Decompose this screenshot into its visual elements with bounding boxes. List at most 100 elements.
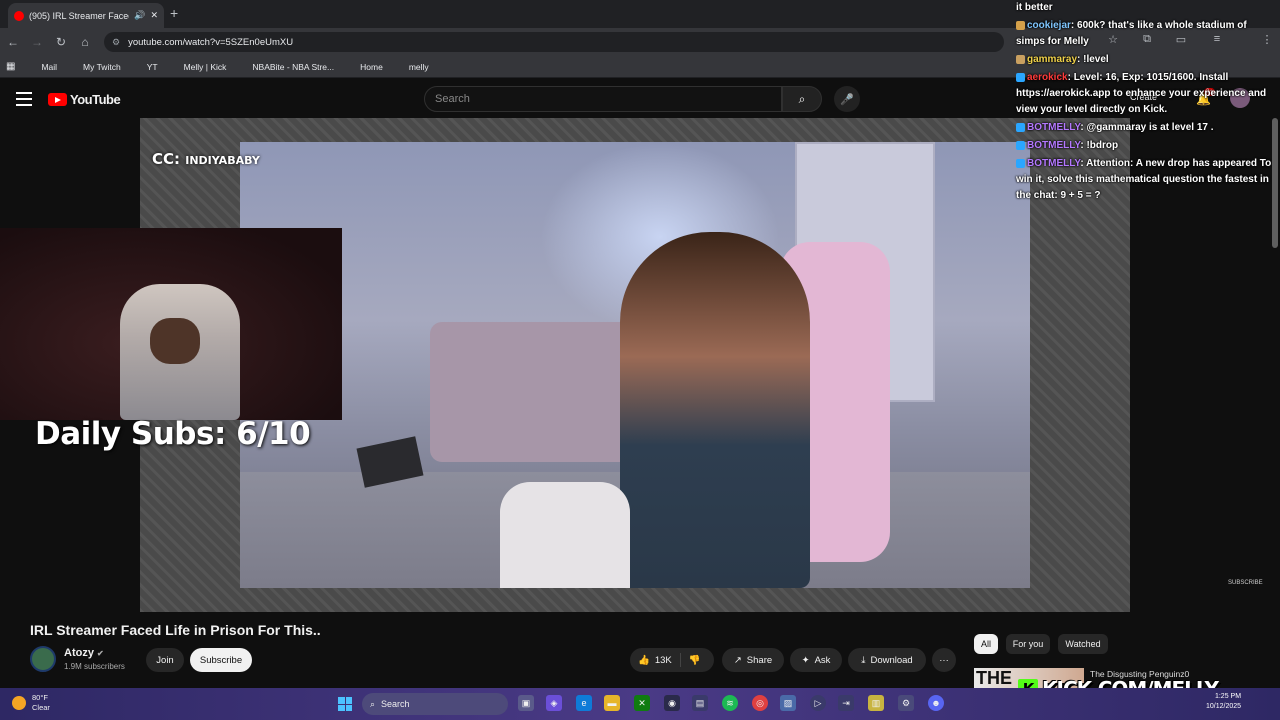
windows-start-icon[interactable] — [338, 697, 352, 711]
video-frame — [240, 142, 1030, 588]
verified-icon: ✔ — [97, 649, 104, 658]
bookmark-melly-kick[interactable]: Melly | Kick — [170, 62, 227, 72]
copilot-icon[interactable]: ◈ — [546, 695, 562, 711]
download-button[interactable]: ⤓ Download — [848, 648, 926, 672]
edge-icon[interactable]: e — [576, 695, 592, 711]
video-title: IRL Streamer Faced Life in Prison For Th… — [30, 622, 321, 638]
bookmark-yt[interactable]: YT — [133, 62, 158, 72]
microphone-icon[interactable]: 🎤 — [834, 86, 860, 112]
weather-sun-icon — [12, 696, 26, 710]
blanket — [500, 482, 630, 588]
app-icon[interactable]: ⇥ — [838, 695, 854, 711]
badge-icon — [1016, 54, 1025, 64]
media-player-icon[interactable]: ▷ — [810, 695, 826, 711]
chat-top-line: it better — [1016, 2, 1053, 13]
taskbar-search-label: Search — [381, 699, 410, 709]
youtube-play-icon — [48, 93, 67, 106]
chat-user: BOTMELLY — [1027, 140, 1081, 151]
badge-icon — [1016, 140, 1025, 150]
youtube-logo-text: YouTube — [70, 92, 121, 107]
chat-message: BOTMELLY: !bdrop — [1016, 138, 1272, 154]
bookmark-nbabite[interactable]: NBABite - NBA Stre... — [238, 62, 334, 72]
ask-button[interactable]: ✦ Ask — [790, 648, 842, 672]
mail-icon — [27, 62, 37, 72]
subscribe-button[interactable]: Subscribe — [190, 648, 252, 672]
chat-message: BOTMELLY: @gammaray is at level 17 . — [1016, 120, 1272, 136]
share-button[interactable]: ↗ Share — [722, 648, 784, 672]
clock-time: 1:25 PM — [1214, 693, 1242, 700]
bookmark-mail[interactable]: Mail — [27, 62, 57, 72]
like-count: 13K — [654, 654, 672, 666]
chat-text: : !level — [1077, 54, 1109, 65]
chip-watched[interactable]: Watched — [1058, 634, 1108, 654]
tab-title: (905) IRL Streamer Faced Li... — [29, 10, 129, 21]
chat-message: aerokick: Level: 16, Exp: 1015/1600. Ins… — [1016, 70, 1272, 118]
youtube-icon — [133, 62, 143, 72]
like-button[interactable]: 👍 13K — [630, 653, 681, 667]
search-input[interactable]: Search — [424, 86, 782, 112]
reload-icon[interactable]: ↻ — [50, 31, 72, 53]
badge-icon — [1016, 122, 1025, 132]
task-view-icon[interactable]: ▣ — [518, 695, 534, 711]
bookmark-home[interactable]: Home — [346, 62, 383, 72]
speaker-icon[interactable]: 🔊 — [134, 10, 145, 21]
chat-user: aerokick — [1027, 72, 1068, 83]
chat-message: cookiejar: 600k? that's like a whole sta… — [1016, 18, 1272, 50]
forward-icon[interactable]: → — [26, 31, 48, 53]
channel-avatar[interactable] — [30, 646, 56, 672]
clock-date: 10/12/2025 — [1206, 703, 1242, 710]
streamer-figure — [620, 232, 810, 588]
new-tab-icon[interactable]: + — [170, 5, 184, 23]
more-icon: ··· — [939, 654, 949, 666]
chat-message: gammaray: !level — [1016, 52, 1272, 68]
chrome-icon[interactable]: ◎ — [752, 695, 768, 711]
caption-credit: CC: INDIYABABY — [152, 150, 260, 168]
chat-message: BOTMELLY: Attention: A new drop has appe… — [1016, 156, 1272, 204]
xbox-icon[interactable]: ✕ — [634, 695, 650, 711]
apps-grid-icon[interactable]: ▦ — [6, 61, 15, 72]
youtube-logo[interactable]: YouTube — [48, 92, 121, 107]
spotify-icon[interactable]: ≋ — [722, 695, 738, 711]
more-actions-button[interactable]: ··· — [932, 648, 956, 672]
reactor-face — [150, 318, 200, 364]
back-icon[interactable]: ← — [2, 31, 24, 53]
bookmark-melly[interactable]: melly — [395, 62, 429, 72]
dislike-button[interactable]: 👎 — [681, 655, 709, 666]
like-dislike-group: 👍 13K 👎 — [630, 648, 714, 672]
photos-icon[interactable]: ▨ — [780, 695, 796, 711]
channel-name-text: Atozy — [64, 647, 94, 659]
taskbar-search[interactable]: ⌕ Search — [362, 693, 508, 715]
bookmark-label: My Twitch — [83, 61, 121, 72]
join-button[interactable]: Join — [146, 648, 184, 672]
channel-name[interactable]: Atozy ✔ — [64, 647, 104, 659]
address-bar[interactable]: ⚙ youtube.com/watch?v=5SZEn0eUmXU — [104, 32, 1004, 52]
x-icon — [346, 62, 356, 72]
bookmark-my-twitch[interactable]: My Twitch — [69, 62, 121, 72]
ask-label: Ask — [814, 654, 831, 666]
chip-all[interactable]: All — [974, 634, 998, 654]
settings-gear-icon[interactable]: ⚙ — [898, 695, 914, 711]
bookmark-label: Home — [360, 61, 383, 72]
kick-icon — [170, 62, 180, 72]
nba-icon — [238, 62, 248, 72]
sparkle-icon: ✦ — [801, 654, 810, 666]
weather-condition: Clear — [32, 703, 50, 712]
site-info-icon[interactable]: ⚙ — [112, 37, 120, 48]
search-icon[interactable]: ⌕ — [782, 86, 822, 112]
channel-subscribers: 1.9M subscribers — [64, 662, 125, 671]
page-scrollbar[interactable] — [1272, 118, 1278, 248]
hamburger-menu-icon[interactable] — [16, 92, 32, 106]
discord-icon[interactable]: ☻ — [928, 695, 944, 711]
store-icon[interactable]: ▤ — [692, 695, 708, 711]
home-icon[interactable]: ⌂ — [74, 31, 96, 53]
close-tab-icon[interactable]: ✕ — [150, 10, 158, 21]
app-icon-2[interactable]: ▥ — [868, 695, 884, 711]
twitch-icon — [69, 62, 79, 72]
browser-tab[interactable]: (905) IRL Streamer Faced Li... 🔊 ✕ — [8, 3, 164, 28]
chip-for-you[interactable]: For you — [1006, 634, 1050, 654]
temperature: 80°F — [32, 693, 48, 702]
file-explorer-icon[interactable]: ▬ — [604, 695, 620, 711]
obs-icon[interactable]: ◉ — [664, 695, 680, 711]
system-clock[interactable]: 1:25 PM 10/12/2025 — [1206, 692, 1241, 712]
weather-widget[interactable]: 80°F Clear — [12, 693, 50, 713]
